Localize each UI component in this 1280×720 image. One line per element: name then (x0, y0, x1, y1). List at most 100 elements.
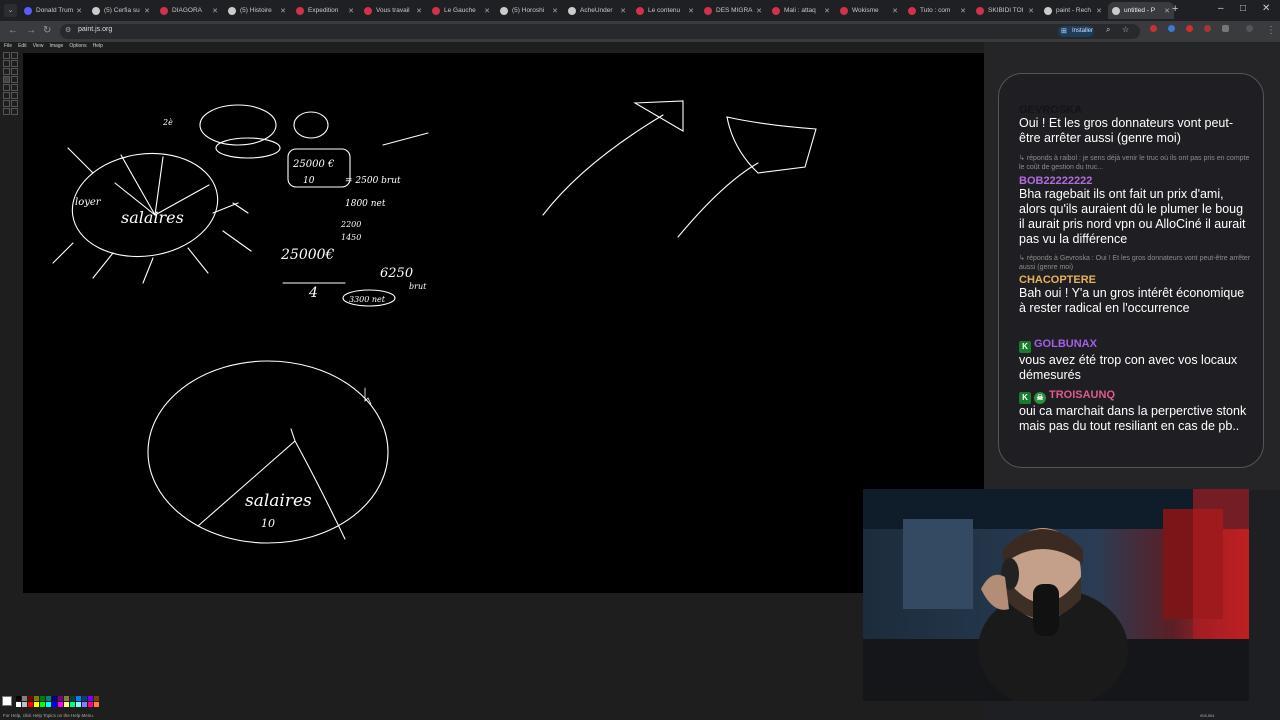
palette-swatch[interactable] (70, 696, 75, 701)
browser-tab[interactable]: (5) Horoshi ✕ (496, 2, 562, 19)
picker-tool[interactable] (3, 68, 10, 75)
palette-swatch[interactable] (88, 696, 93, 701)
tab-close-icon[interactable]: ✕ (280, 7, 286, 15)
browser-tab[interactable]: Vous travail ✕ (360, 2, 426, 19)
magnifier-tool[interactable] (11, 68, 18, 75)
palette-swatch[interactable] (76, 702, 81, 707)
palette-swatch[interactable] (16, 696, 21, 701)
browser-tab[interactable]: paint - Rech ✕ (1040, 2, 1106, 19)
minimize-button[interactable]: – (1218, 3, 1224, 14)
address-bar[interactable]: ⚙ paint.js.org ⊞ Installer ⌕ ☆ (60, 24, 1140, 39)
browser-tab[interactable]: Tuto : com ✕ (904, 2, 970, 19)
zoom-icon[interactable]: ⌕ (1106, 25, 1110, 35)
tab-close-icon[interactable]: ✕ (416, 7, 422, 15)
palette-swatch[interactable] (22, 702, 27, 707)
palette-swatch[interactable] (82, 702, 87, 707)
extension-record-icon[interactable] (1204, 25, 1211, 32)
palette-swatch[interactable] (34, 702, 39, 707)
menu-help[interactable]: Help (93, 42, 103, 51)
maximize-button[interactable]: □ (1240, 3, 1246, 14)
browser-tab[interactable]: (5) Histoire ✕ (224, 2, 290, 19)
palette-swatch[interactable] (34, 696, 39, 701)
back-icon[interactable]: ← (8, 25, 18, 36)
palette-swatch[interactable] (22, 696, 27, 701)
browser-menu-icon[interactable]: ⋮ (1266, 25, 1276, 36)
browser-tab[interactable]: DIAGORA ✕ (156, 2, 222, 19)
rectangle-tool[interactable] (3, 100, 10, 107)
bookmark-star-icon[interactable]: ☆ (1122, 25, 1129, 34)
extension-red-icon[interactable] (1186, 25, 1193, 32)
select-tool[interactable] (11, 52, 18, 59)
browser-tab[interactable]: SKIBIDI TOI ✕ (972, 2, 1038, 19)
polygon-tool[interactable] (11, 100, 18, 107)
palette-swatch[interactable] (64, 696, 69, 701)
extensions-puzzle-icon[interactable] (1222, 25, 1229, 32)
pencil-tool[interactable] (3, 76, 10, 83)
reload-icon[interactable]: ↻ (43, 25, 51, 36)
tab-close-icon[interactable]: ✕ (824, 7, 830, 15)
menu-edit[interactable]: Edit (18, 42, 27, 51)
close-window-button[interactable]: ✕ (1262, 3, 1270, 14)
tab-close-icon[interactable]: ✕ (552, 7, 558, 15)
tab-close-icon[interactable]: ✕ (212, 7, 218, 15)
rounded-rect-tool[interactable] (11, 108, 18, 115)
browser-tab[interactable]: Donald Trum ✕ (20, 2, 86, 19)
tab-close-icon[interactable]: ✕ (620, 7, 626, 15)
palette-swatch[interactable] (16, 702, 21, 707)
palette-swatch[interactable] (46, 696, 51, 701)
install-app-button[interactable]: ⊞ Installer (1058, 26, 1094, 37)
tab-close-icon[interactable]: ✕ (892, 7, 898, 15)
browser-tab[interactable]: (5) Cerfia su ✕ (88, 2, 154, 19)
tab-close-icon[interactable]: ✕ (688, 7, 694, 15)
browser-tab[interactable]: untitled - P ✕ (1108, 2, 1174, 19)
ellipse-tool[interactable] (3, 108, 10, 115)
extension-blue-icon[interactable] (1168, 25, 1175, 32)
airbrush-tool[interactable] (3, 84, 10, 91)
tab-close-icon[interactable]: ✕ (144, 7, 150, 15)
palette-swatch[interactable] (52, 702, 57, 707)
tab-close-icon[interactable]: ✕ (960, 7, 966, 15)
extension-pdf-icon[interactable] (1150, 25, 1157, 32)
menu-file[interactable]: File (4, 42, 12, 51)
new-tab-button[interactable]: + (1172, 3, 1178, 15)
tab-close-icon[interactable]: ✕ (1028, 7, 1034, 15)
palette-swatch[interactable] (40, 696, 45, 701)
drawing-canvas[interactable]: salaires loyer 2è 25000 € 10 = 2500 brut… (23, 53, 984, 593)
palette-swatch[interactable] (28, 696, 33, 701)
palette-swatch[interactable] (94, 696, 99, 701)
browser-tab[interactable]: Expedition ✕ (292, 2, 358, 19)
text-tool[interactable] (11, 84, 18, 91)
current-colors[interactable] (2, 696, 12, 706)
site-info-icon[interactable]: ⚙ (65, 26, 71, 34)
tab-close-icon[interactable]: ✕ (1164, 7, 1170, 15)
palette-swatch[interactable] (88, 702, 93, 707)
curve-tool[interactable] (11, 92, 18, 99)
profile-avatar-icon[interactable] (1246, 25, 1253, 32)
menu-view[interactable]: View (33, 42, 44, 51)
tab-close-icon[interactable]: ✕ (348, 7, 354, 15)
browser-tab[interactable]: DES MIGRA ✕ (700, 2, 766, 19)
menu-image[interactable]: Image (49, 42, 63, 51)
menu-options[interactable]: Options (69, 42, 86, 51)
fill-tool[interactable] (11, 60, 18, 67)
line-tool[interactable] (3, 92, 10, 99)
free-select-tool[interactable] (3, 52, 10, 59)
palette-swatch[interactable] (70, 702, 75, 707)
browser-tab[interactable]: Mali : attaq ✕ (768, 2, 834, 19)
palette-swatch[interactable] (52, 696, 57, 701)
eraser-tool[interactable] (3, 60, 10, 67)
browser-tab[interactable]: Le Gauche ✕ (428, 2, 494, 19)
palette-swatch[interactable] (76, 696, 81, 701)
tab-close-icon[interactable]: ✕ (756, 7, 762, 15)
palette-swatch[interactable] (58, 702, 63, 707)
palette-swatch[interactable] (82, 696, 87, 701)
palette-swatch[interactable] (64, 702, 69, 707)
palette-swatch[interactable] (46, 702, 51, 707)
browser-tab[interactable]: Le contenu ✕ (632, 2, 698, 19)
browser-tab[interactable]: AcheUnder ✕ (564, 2, 630, 19)
browser-tab[interactable]: Wokisme ✕ (836, 2, 902, 19)
tab-close-icon[interactable]: ✕ (1096, 7, 1102, 15)
palette-swatch[interactable] (28, 702, 33, 707)
brush-tool[interactable] (11, 76, 18, 83)
palette-swatch[interactable] (94, 702, 99, 707)
